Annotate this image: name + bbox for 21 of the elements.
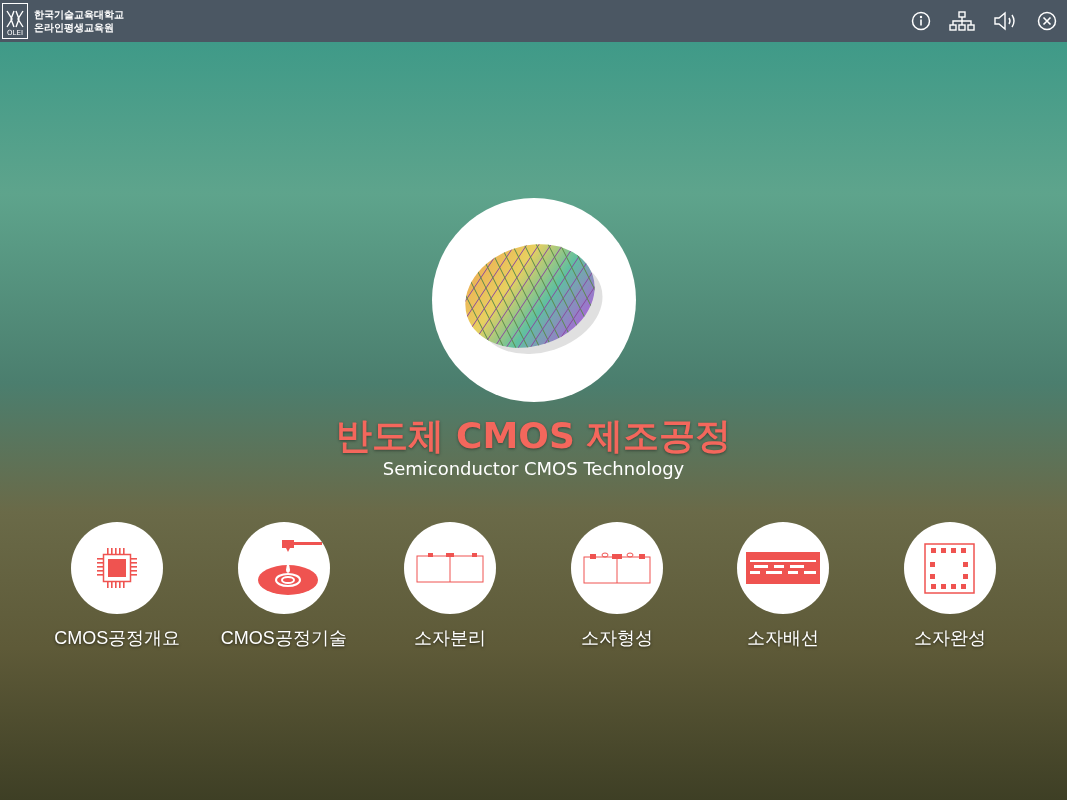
close-icon — [1037, 11, 1057, 31]
chapter-menu-item[interactable]: CMOS공정기술 — [200, 522, 367, 650]
close-button[interactable] — [1037, 11, 1057, 31]
chip-pads-icon — [924, 542, 976, 594]
info-icon — [911, 11, 931, 31]
course-title: 반도체 CMOS 제조공정 — [335, 414, 732, 458]
course-subtitle: Semiconductor CMOS Technology — [382, 458, 685, 480]
info-button[interactable] — [911, 11, 931, 31]
org-department: 온라인평생교육원 — [34, 21, 115, 34]
chapter-menu-item[interactable]: 소자배선 — [700, 522, 867, 650]
chapter-menu-item[interactable]: 소자분리 — [367, 522, 534, 650]
org-name: 한국기술교육대학교 — [34, 8, 124, 21]
logo-mark-icon — [5, 9, 25, 29]
transistor-icon — [582, 552, 651, 584]
chapter-menu-item[interactable]: 소자완성 — [866, 522, 1033, 650]
chapter-menu-item[interactable]: 소자형성 — [533, 522, 700, 650]
isolation-icon — [416, 553, 485, 583]
chapter-menu-item[interactable]: CMOS공정개요 — [34, 522, 201, 650]
sitemap-icon — [949, 11, 975, 31]
sitemap-button[interactable] — [949, 11, 975, 31]
wiring-layers-icon — [746, 552, 821, 584]
